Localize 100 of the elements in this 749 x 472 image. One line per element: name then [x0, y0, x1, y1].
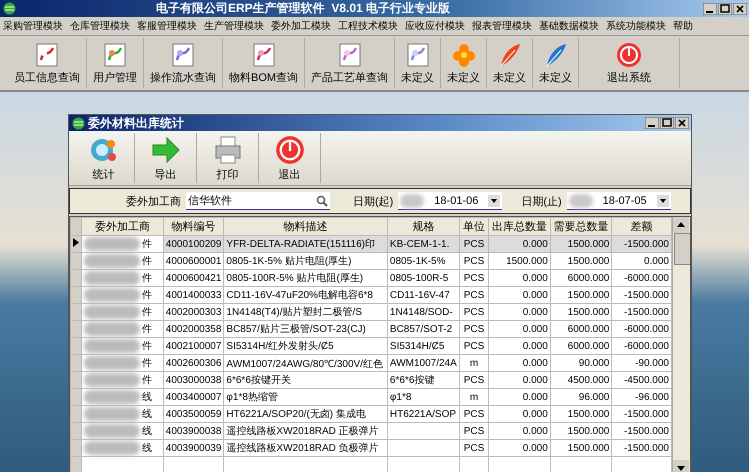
menu-item[interactable]: 应收应付模块 [405, 19, 465, 33]
blurred-text [84, 356, 140, 370]
minimize-icon[interactable] [703, 2, 717, 14]
menu-item[interactable]: 报表管理模块 [472, 19, 532, 33]
table-cell: BC857/贴片三极管/SOT-23(CJ) [224, 320, 388, 338]
toolbar-button[interactable]: 未定义 [487, 38, 534, 88]
blurred-text [84, 441, 140, 455]
menu-item[interactable]: 生产管理模块 [204, 19, 264, 33]
dropdown-icon[interactable] [656, 194, 669, 206]
table-cell: 0805-100R-5% 贴片电阻(厚生) [224, 270, 388, 286]
menu-item[interactable]: 仓库管理模块 [70, 19, 130, 33]
table-cell: 1500.000 [550, 304, 612, 320]
table-cell: 1500.000 [550, 286, 612, 304]
blurred-text [84, 424, 140, 438]
table-cell: 6000.000 [550, 320, 612, 338]
table-cell: PCS [459, 372, 489, 388]
table-cell: 6000.000 [550, 270, 612, 286]
table-cell: HT6221A/SOP [387, 406, 460, 422]
table-cell: 0.000 [488, 440, 550, 456]
toolbar-button[interactable]: 产品工艺单查询 [305, 38, 396, 88]
document-icon [34, 42, 60, 68]
table-cell: 4000600001 [163, 252, 224, 270]
table-cell: 90.000 [550, 354, 612, 372]
table-cell: 4002000303 [163, 304, 224, 320]
table-cell: 0.000 [488, 372, 550, 388]
dropdown-icon[interactable] [488, 194, 500, 206]
menu-item[interactable]: 帮助 [673, 19, 693, 33]
toolbar-button[interactable]: 退出 [259, 133, 321, 183]
maximize-icon[interactable] [660, 117, 674, 129]
column-header[interactable]: 单位 [459, 218, 489, 236]
blurred-text [84, 322, 140, 336]
toolbar-button[interactable]: 导出 [135, 133, 197, 183]
table-cell: 0.000 [488, 388, 550, 406]
close-icon[interactable] [733, 2, 747, 14]
power-icon [616, 42, 642, 68]
maximize-icon[interactable] [718, 2, 732, 14]
toolbar-button[interactable]: 用户管理 [87, 38, 144, 88]
table-cell: 0.000 [488, 406, 550, 422]
menu-item[interactable]: 工程技术模块 [338, 19, 398, 33]
table-cell: 0805-1K-5% [387, 252, 460, 270]
toolbar-button[interactable]: 未定义 [441, 38, 488, 88]
arrow-right-icon [150, 134, 180, 164]
toolbar-button[interactable]: 打印 [197, 133, 259, 183]
column-header[interactable]: 物料描述 [224, 218, 388, 236]
scroll-up-icon[interactable] [673, 217, 689, 233]
table-cell: CD11-16V-47uF20%电解电容6*8 [224, 286, 388, 304]
toolbar-button[interactable]: 员工信息查询 [8, 38, 87, 88]
scroll-down-icon[interactable] [673, 460, 689, 472]
date-field[interactable]: 18-01-06 [398, 192, 502, 210]
scrollbar-thumb[interactable] [674, 233, 690, 265]
row-header[interactable] [70, 236, 82, 252]
supplier-field[interactable]: 信华软件 [186, 192, 330, 210]
table-cell: BC857/SOT-2 [387, 320, 460, 338]
search-icon[interactable] [316, 194, 328, 206]
table-cell: 4003400007 [163, 388, 224, 406]
table-cell: 4002600306 [163, 354, 224, 372]
menu-item[interactable]: 采购管理模块 [3, 19, 63, 33]
scrollbar[interactable] [672, 217, 690, 472]
table-cell: m [459, 354, 489, 372]
column-header[interactable]: 需要总数量 [550, 218, 612, 236]
document-icon [336, 42, 363, 68]
column-header[interactable]: 差额 [612, 218, 672, 236]
table-cell: 0.000 [488, 270, 550, 286]
document-icon [102, 42, 128, 68]
toolbar-button[interactable]: 统计 [73, 133, 135, 183]
blurred-text [84, 373, 140, 387]
field-label: 委外加工商 [126, 194, 181, 208]
table-cell: -1500.000 [612, 236, 672, 252]
date-field[interactable]: 18-07-05 [566, 192, 671, 210]
table-cell: PCS [459, 440, 489, 456]
document-icon [404, 42, 431, 68]
table-cell: 件 [82, 304, 164, 320]
table-cell: 遥控线路板XW2018RAD 负极弹片 [224, 440, 388, 456]
table-cell: 4000600421 [163, 270, 224, 286]
table-cell: HT6221A/SOP20/(无卤) 集成电 [224, 406, 388, 422]
column-header[interactable]: 物料编号 [163, 218, 224, 236]
minimize-icon[interactable] [645, 117, 659, 129]
table-cell: AWM1007/24AWG/80℃/300V/红色 [224, 354, 388, 372]
table-cell: φ1*8 [387, 388, 460, 406]
close-icon[interactable] [675, 117, 689, 129]
toolbar-button[interactable]: 未定义 [533, 38, 580, 88]
toolbar-button[interactable]: 操作流水查询 [144, 38, 223, 88]
table-cell: 1500.000 [550, 422, 612, 440]
toolbar-button[interactable]: 物料BOM查询 [223, 38, 306, 88]
column-header[interactable]: 规格 [387, 218, 460, 236]
menu-item[interactable]: 客服管理模块 [137, 19, 197, 33]
toolbar-button[interactable]: 未定义 [395, 38, 442, 88]
toolbar-button[interactable]: 退出系统 [579, 38, 680, 88]
menu-item[interactable]: 系统功能模块 [606, 19, 666, 33]
table-cell: 件 [82, 372, 164, 388]
column-header[interactable]: 出库总数量 [488, 218, 550, 236]
table-cell: 1500.000 [550, 252, 612, 270]
table-cell: 线 [82, 388, 164, 406]
column-header[interactable]: 委外加工商 [82, 218, 164, 236]
table-cell: PCS [459, 406, 489, 422]
table-cell: 1N4148(T4)/贴片塑封二极管/S [224, 304, 388, 320]
menu-item[interactable]: 委外加工模块 [271, 19, 331, 33]
table-cell: 0.000 [488, 320, 550, 338]
table-cell: 1500.000 [550, 406, 612, 422]
menu-item[interactable]: 基础数据模块 [539, 19, 599, 33]
